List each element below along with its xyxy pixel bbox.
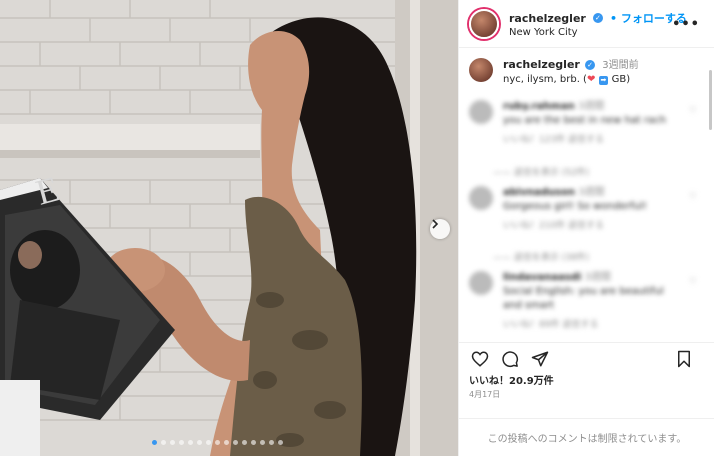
- heart-emoji-icon: ❤: [586, 73, 596, 85]
- carousel-dot: [278, 440, 283, 445]
- verified-badge-icon: ✓: [585, 60, 596, 70]
- carousel-indicator: [152, 440, 283, 445]
- carousel-dot: [179, 440, 184, 445]
- bookmark-icon: [678, 350, 690, 368]
- like-button[interactable]: [469, 348, 491, 370]
- comment-time: 3週間: [584, 272, 611, 284]
- comment-username[interactable]: ruby.rahman: [503, 101, 575, 112]
- post-date[interactable]: 4月17日: [469, 389, 500, 400]
- avatar[interactable]: [469, 8, 499, 39]
- comment-username[interactable]: abivnaduson: [503, 187, 575, 198]
- caption-username[interactable]: rachelzegler: [503, 58, 580, 71]
- carousel-dot: [161, 440, 166, 445]
- comment-button[interactable]: [499, 348, 521, 370]
- comment-text: Social English: you are beautiful and sm…: [503, 286, 664, 312]
- more-icon[interactable]: •••: [672, 17, 700, 32]
- comment-meta[interactable]: いいね！123件 返信する: [503, 134, 683, 147]
- next-slide-button[interactable]: [430, 219, 450, 239]
- carousel-dot: [269, 440, 274, 445]
- carousel-dot: [152, 440, 157, 445]
- caption-avatar[interactable]: [469, 58, 493, 82]
- comment-avatar[interactable]: [469, 271, 493, 296]
- comment-icon: [502, 350, 519, 367]
- comment-list[interactable]: ruby.rahman 3週間 you are the best in new h…: [459, 92, 714, 340]
- carousel-dot: [197, 440, 202, 445]
- carousel-dot: [260, 440, 265, 445]
- comment-item: ruby.rahman 3週間 you are the best in new h…: [459, 92, 714, 178]
- username-link[interactable]: rachelzegler: [509, 12, 586, 25]
- carousel-dot: [251, 440, 256, 445]
- carousel-dot: [215, 440, 220, 445]
- comment-avatar[interactable]: [469, 185, 493, 210]
- comment-meta[interactable]: いいね！210件 返信する: [503, 220, 683, 233]
- view-replies-link[interactable]: —— 返信を表示 (38件): [493, 250, 714, 263]
- verified-badge-icon: ✓: [592, 12, 603, 23]
- post-side-panel: rachelzegler ✓ • フォローする New York City ••…: [458, 0, 714, 456]
- share-button[interactable]: [529, 348, 551, 370]
- post-photo[interactable]: E: [0, 0, 458, 456]
- save-button[interactable]: [673, 348, 695, 370]
- caption-time: 3週間前: [602, 60, 639, 71]
- comment-username[interactable]: lindavanaasdi: [503, 272, 581, 283]
- caption-text: nyc, ilysm, brb. (❤ ➡ GB): [503, 73, 631, 86]
- view-replies-link[interactable]: —— 返信を表示 (52件): [493, 165, 714, 178]
- chevron-right-icon: [432, 219, 439, 229]
- post-header: rachelzegler ✓ • フォローする New York City ••…: [459, 0, 714, 48]
- comment-heart-icon[interactable]: ♡: [689, 192, 697, 202]
- action-bar: [459, 342, 714, 374]
- carousel-dot: [188, 440, 193, 445]
- comments-limited-notice: この投稿へのコメントは制限されています。: [459, 418, 714, 456]
- comment-avatar[interactable]: [469, 100, 493, 124]
- carousel-dot: [206, 440, 211, 445]
- carousel-dot: [224, 440, 229, 445]
- comment-item: abivnaduson 3週間 Gorgeous girl! So wonderf…: [459, 178, 714, 263]
- carousel-dot: [233, 440, 238, 445]
- like-count[interactable]: いいね！20.9万件: [469, 372, 554, 387]
- comment-meta[interactable]: いいね！89件 返信する: [503, 319, 683, 332]
- comment-heart-icon[interactable]: ♡: [689, 277, 697, 287]
- location-link[interactable]: New York City: [509, 27, 687, 40]
- carousel-dot: [170, 440, 175, 445]
- comment-heart-icon[interactable]: ♡: [689, 106, 697, 116]
- send-icon: [531, 351, 549, 366]
- caption: rachelzegler ✓ 3週間前 nyc, ilysm, brb. (❤ …: [459, 48, 714, 86]
- comment-text: Gorgeous girl! So wonderful!: [503, 200, 647, 212]
- carousel-dot: [242, 440, 247, 445]
- comment-time: 3週間: [577, 101, 605, 112]
- comment-text: you are the best in new hat rach: [503, 115, 667, 126]
- arrow-emoji-icon: ➡: [598, 75, 609, 86]
- photo-illustration: E: [0, 0, 458, 456]
- heart-icon: [471, 350, 489, 367]
- comment-time: 3週間: [578, 186, 605, 198]
- scrollbar[interactable]: [709, 70, 712, 130]
- comment-item: lindavanaasdi 3週間 Social English: you are…: [459, 263, 714, 340]
